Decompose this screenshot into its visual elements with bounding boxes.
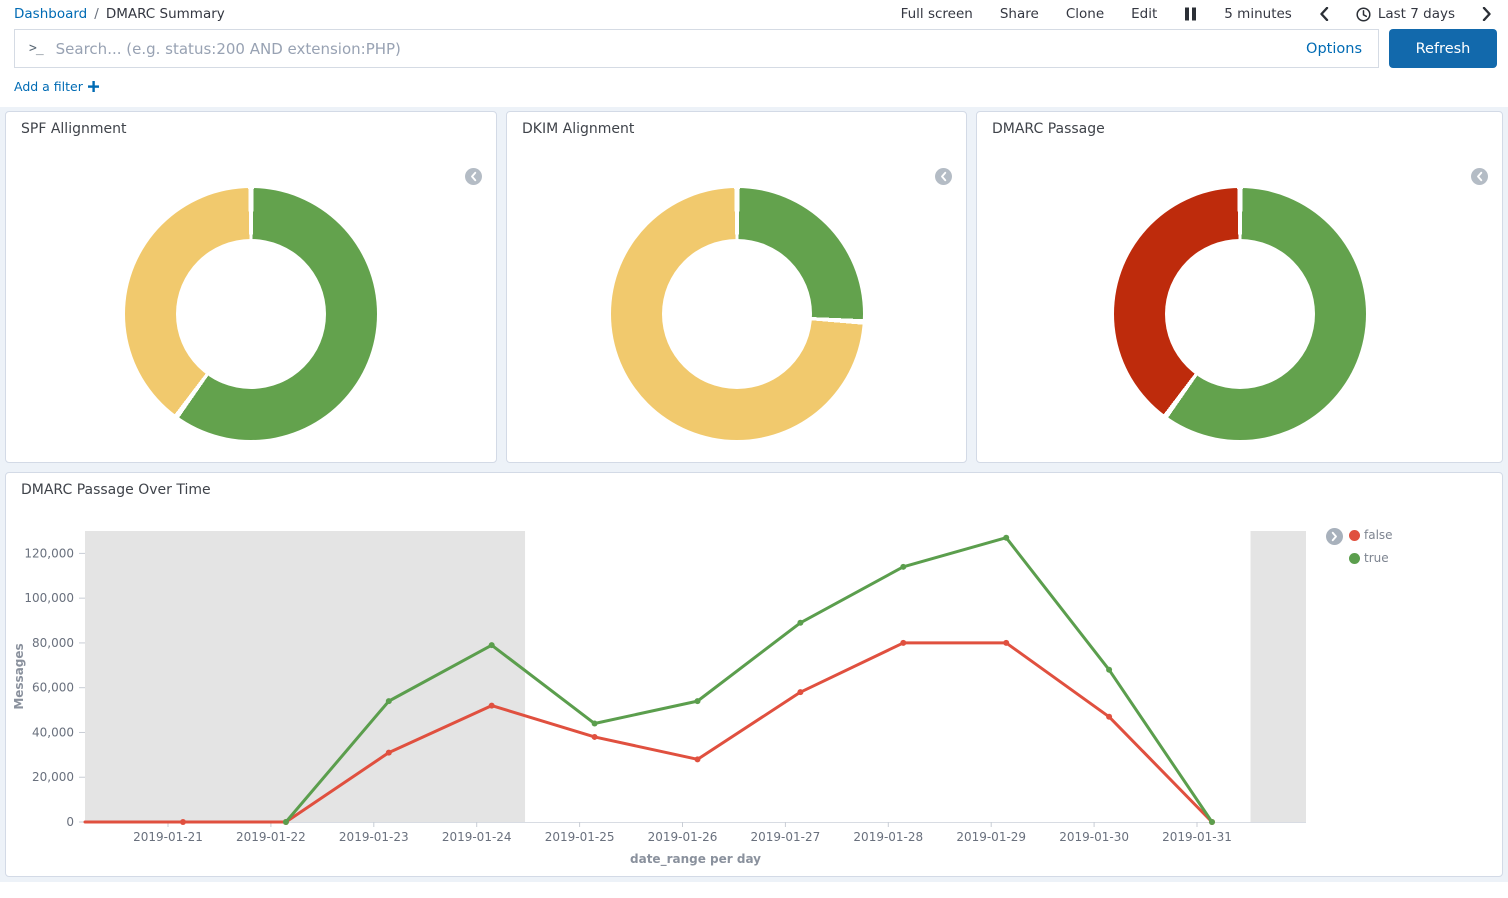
legend-label: false (1364, 528, 1393, 542)
svg-text:120,000: 120,000 (24, 546, 74, 560)
spf-donut-chart[interactable] (125, 188, 377, 440)
svg-text:2019-01-30: 2019-01-30 (1059, 830, 1129, 844)
svg-text:2019-01-31: 2019-01-31 (1162, 830, 1232, 844)
edit-button[interactable]: Edit (1131, 6, 1157, 22)
svg-text:2019-01-23: 2019-01-23 (339, 830, 409, 844)
clone-button[interactable]: Clone (1066, 6, 1104, 22)
chevron-right-icon[interactable] (1482, 7, 1492, 21)
search-input[interactable] (56, 40, 1294, 58)
search-row: >_ Options Refresh (14, 29, 1497, 68)
svg-text:Messages: Messages (12, 643, 26, 709)
pause-icon[interactable] (1184, 7, 1197, 21)
top-navigation-bar: Dashboard / DMARC Summary Full screen Sh… (0, 0, 1508, 26)
time-range-picker[interactable]: Last 7 days (1356, 6, 1455, 22)
plus-icon[interactable] (88, 81, 99, 92)
breadcrumb: Dashboard / DMARC Summary (14, 6, 225, 22)
donut-hole (662, 239, 812, 389)
legend-dot-false (1349, 530, 1360, 541)
svg-text:2019-01-22: 2019-01-22 (236, 830, 306, 844)
dashboard-grid: SPF Allignment DKIM Alignment DMARC Pass… (0, 107, 1508, 882)
filter-bar: Add a filter (0, 68, 1508, 107)
refresh-button[interactable]: Refresh (1389, 29, 1497, 68)
legend-item-false[interactable]: false (1349, 528, 1393, 542)
svg-text:100,000: 100,000 (24, 591, 74, 605)
line-chart-svg[interactable]: 2019-01-21 2019-01-22 2019-01-23 2019-01-24… (6, 473, 1500, 876)
clock-icon (1356, 7, 1371, 22)
share-button[interactable]: Share (1000, 6, 1039, 22)
panel-dmarc-passage-over-time: DMARC Passage Over Time 2019-01-212019-0… (5, 472, 1503, 877)
panel-dkim-alignment: DKIM Alignment (506, 111, 967, 463)
search-box[interactable]: >_ Options (14, 29, 1379, 68)
legend-dot-true (1349, 553, 1360, 564)
svg-text:40,000: 40,000 (32, 725, 74, 739)
svg-text:2019-01-27: 2019-01-27 (751, 830, 821, 844)
panel-title: DMARC Passage (977, 112, 1502, 146)
panel-dmarc-passage: DMARC Passage (976, 111, 1503, 463)
page-title: DMARC Summary (106, 6, 225, 22)
svg-text:2019-01-25: 2019-01-25 (545, 830, 615, 844)
breadcrumb-separator: / (94, 6, 99, 22)
svg-text:20,000: 20,000 (32, 770, 74, 784)
legend-item-true[interactable]: true (1349, 551, 1393, 565)
console-prompt-icon: >_ (29, 41, 43, 56)
refresh-interval-button[interactable]: 5 minutes (1224, 6, 1292, 22)
chevron-right-circle-icon[interactable] (1326, 528, 1343, 549)
breadcrumb-dashboard-link[interactable]: Dashboard (14, 6, 87, 22)
panel-title: DKIM Alignment (507, 112, 966, 146)
options-link[interactable]: Options (1306, 41, 1362, 57)
dmarc-donut-chart[interactable] (1114, 188, 1366, 440)
chart-legend: false true (1349, 528, 1393, 565)
svg-text:2019-01-29: 2019-01-29 (956, 830, 1026, 844)
donut-panels-row: SPF Allignment DKIM Alignment DMARC Pass… (5, 111, 1503, 463)
svg-text:2019-01-21: 2019-01-21 (133, 830, 203, 844)
panel-spf-alignment: SPF Allignment (5, 111, 497, 463)
svg-text:date_range per day: date_range per day (630, 852, 761, 867)
svg-text:2019-01-28: 2019-01-28 (853, 830, 923, 844)
svg-text:0: 0 (66, 815, 74, 829)
line-chart-row: DMARC Passage Over Time 2019-01-212019-0… (5, 472, 1503, 877)
svg-text:2019-01-24: 2019-01-24 (442, 830, 512, 844)
donut-chart-wrap (977, 174, 1502, 454)
chevron-left-icon[interactable] (1319, 7, 1329, 21)
line-chart-area: 2019-01-21 2019-01-22 2019-01-23 2019-01-24… (6, 473, 1502, 876)
donut-chart-wrap (6, 174, 496, 454)
svg-text:60,000: 60,000 (32, 681, 74, 695)
full-screen-button[interactable]: Full screen (901, 6, 973, 22)
add-filter-link[interactable]: Add a filter (14, 79, 83, 94)
dkim-donut-chart[interactable] (611, 188, 863, 440)
top-menu: Full screen Share Clone Edit 5 minutes L… (901, 6, 1492, 22)
panel-title: SPF Allignment (6, 112, 496, 146)
svg-text:2019-01-26: 2019-01-26 (648, 830, 718, 844)
svg-text:80,000: 80,000 (32, 636, 74, 650)
donut-chart-wrap (507, 174, 966, 454)
time-range-label: Last 7 days (1378, 6, 1455, 22)
donut-hole (176, 239, 326, 389)
donut-hole (1165, 239, 1315, 389)
legend-label: true (1364, 551, 1389, 565)
